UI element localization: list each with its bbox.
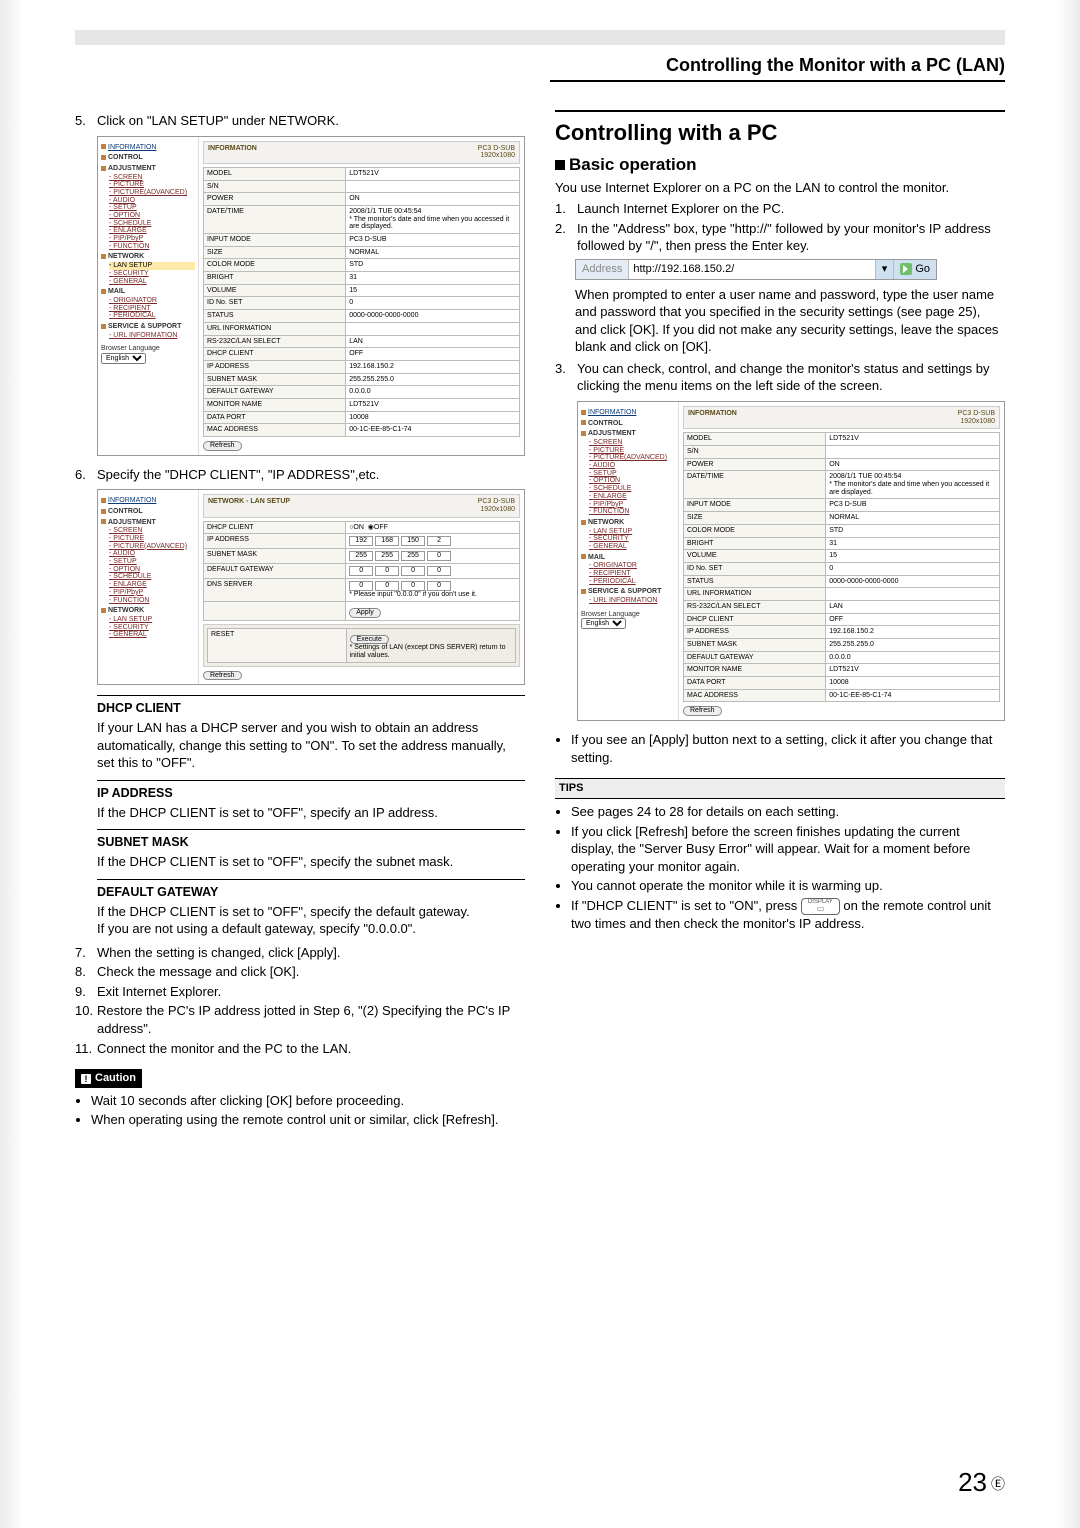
basic-operation-heading: Basic operation: [555, 154, 1005, 177]
controlling-with-pc-heading: Controlling with a PC: [555, 110, 1005, 148]
execute-button[interactable]: Execute: [350, 635, 389, 645]
caution-label: ! Caution: [75, 1069, 142, 1088]
go-button[interactable]: Go: [893, 260, 936, 279]
dhcp-client-body: If your LAN has a DHCP server and you wi…: [97, 719, 525, 772]
screenshot-information: INFORMATION CONTROL ADJUSTMENT - SCREEN …: [577, 401, 1005, 721]
right-column: Controlling with a PC Basic operation Yo…: [555, 110, 1005, 1131]
tips-heading: TIPS: [555, 778, 1005, 799]
step-2-note: When prompted to enter a user name and p…: [575, 286, 1005, 356]
go-arrow-icon: [900, 263, 912, 275]
intro-text: You use Internet Explorer on a PC on the…: [555, 179, 1005, 197]
default-gateway-body: If the DHCP CLIENT is set to "OFF", spec…: [97, 903, 525, 938]
tips-list: See pages 24 to 28 for details on each s…: [555, 803, 1005, 933]
sidebar-item-lan-setup-selected[interactable]: - LAN SETUP: [109, 262, 195, 270]
display-remote-button-icon: DISPLAY▭: [801, 898, 840, 915]
address-dropdown-icon[interactable]: ▾: [875, 260, 894, 279]
information-table: MODELLDT521V S/N POWERON DATE/TIME2008/1…: [203, 167, 520, 437]
caution-list: Wait 10 seconds after clicking [OK] befo…: [75, 1092, 525, 1129]
default-gateway-heading: DEFAULT GATEWAY: [97, 879, 525, 901]
address-label: Address: [576, 260, 629, 279]
address-input[interactable]: http://192.168.150.2/: [629, 260, 874, 279]
apply-note: If you see an [Apply] button next to a s…: [571, 731, 1005, 766]
apply-button[interactable]: Apply: [349, 608, 381, 618]
lan-setup-table: DHCP CLIENT ○ON ◉OFF IP ADDRESS 192 168 …: [203, 521, 520, 621]
lang-select[interactable]: English: [581, 618, 626, 629]
subnet-mask-heading: SUBNET MASK: [97, 829, 525, 851]
section-header-title: Controlling the Monitor with a PC (LAN): [666, 55, 1005, 75]
lang-select[interactable]: English: [101, 353, 146, 364]
ip-address-heading: IP ADDRESS: [97, 780, 525, 802]
screenshot-information-lansetup: INFORMATION CONTROL ADJUSTMENT - SCREEN …: [97, 136, 525, 456]
refresh-button[interactable]: Refresh: [203, 441, 242, 451]
step-5-text: Click on "LAN SETUP" under NETWORK.: [97, 112, 525, 130]
square-bullet-icon: [555, 160, 565, 170]
page-header-stripe: [75, 30, 1005, 45]
step-6-text: Specify the "DHCP CLIENT", "IP ADDRESS",…: [97, 466, 525, 484]
screenshot-lan-setup: INFORMATION CONTROL ADJUSTMENT - SCREEN …: [97, 489, 525, 685]
page-number: 23Ⓔ: [958, 1467, 1005, 1498]
ip-address-body: If the DHCP CLIENT is set to "OFF", spec…: [97, 804, 525, 822]
left-column: 5.Click on "LAN SETUP" under NETWORK. IN…: [75, 110, 525, 1131]
warning-icon: !: [81, 1074, 91, 1084]
section-header: Controlling the Monitor with a PC (LAN): [550, 55, 1005, 82]
information-table: MODELLDT521V S/N POWERON DATE/TIME2008/1…: [683, 432, 1000, 702]
refresh-button[interactable]: Refresh: [203, 671, 242, 681]
subnet-mask-body: If the DHCP CLIENT is set to "OFF", spec…: [97, 853, 525, 871]
refresh-button[interactable]: Refresh: [683, 706, 722, 716]
address-bar: Address http://192.168.150.2/ ▾ Go: [575, 259, 937, 280]
dhcp-client-heading: DHCP CLIENT: [97, 695, 525, 717]
